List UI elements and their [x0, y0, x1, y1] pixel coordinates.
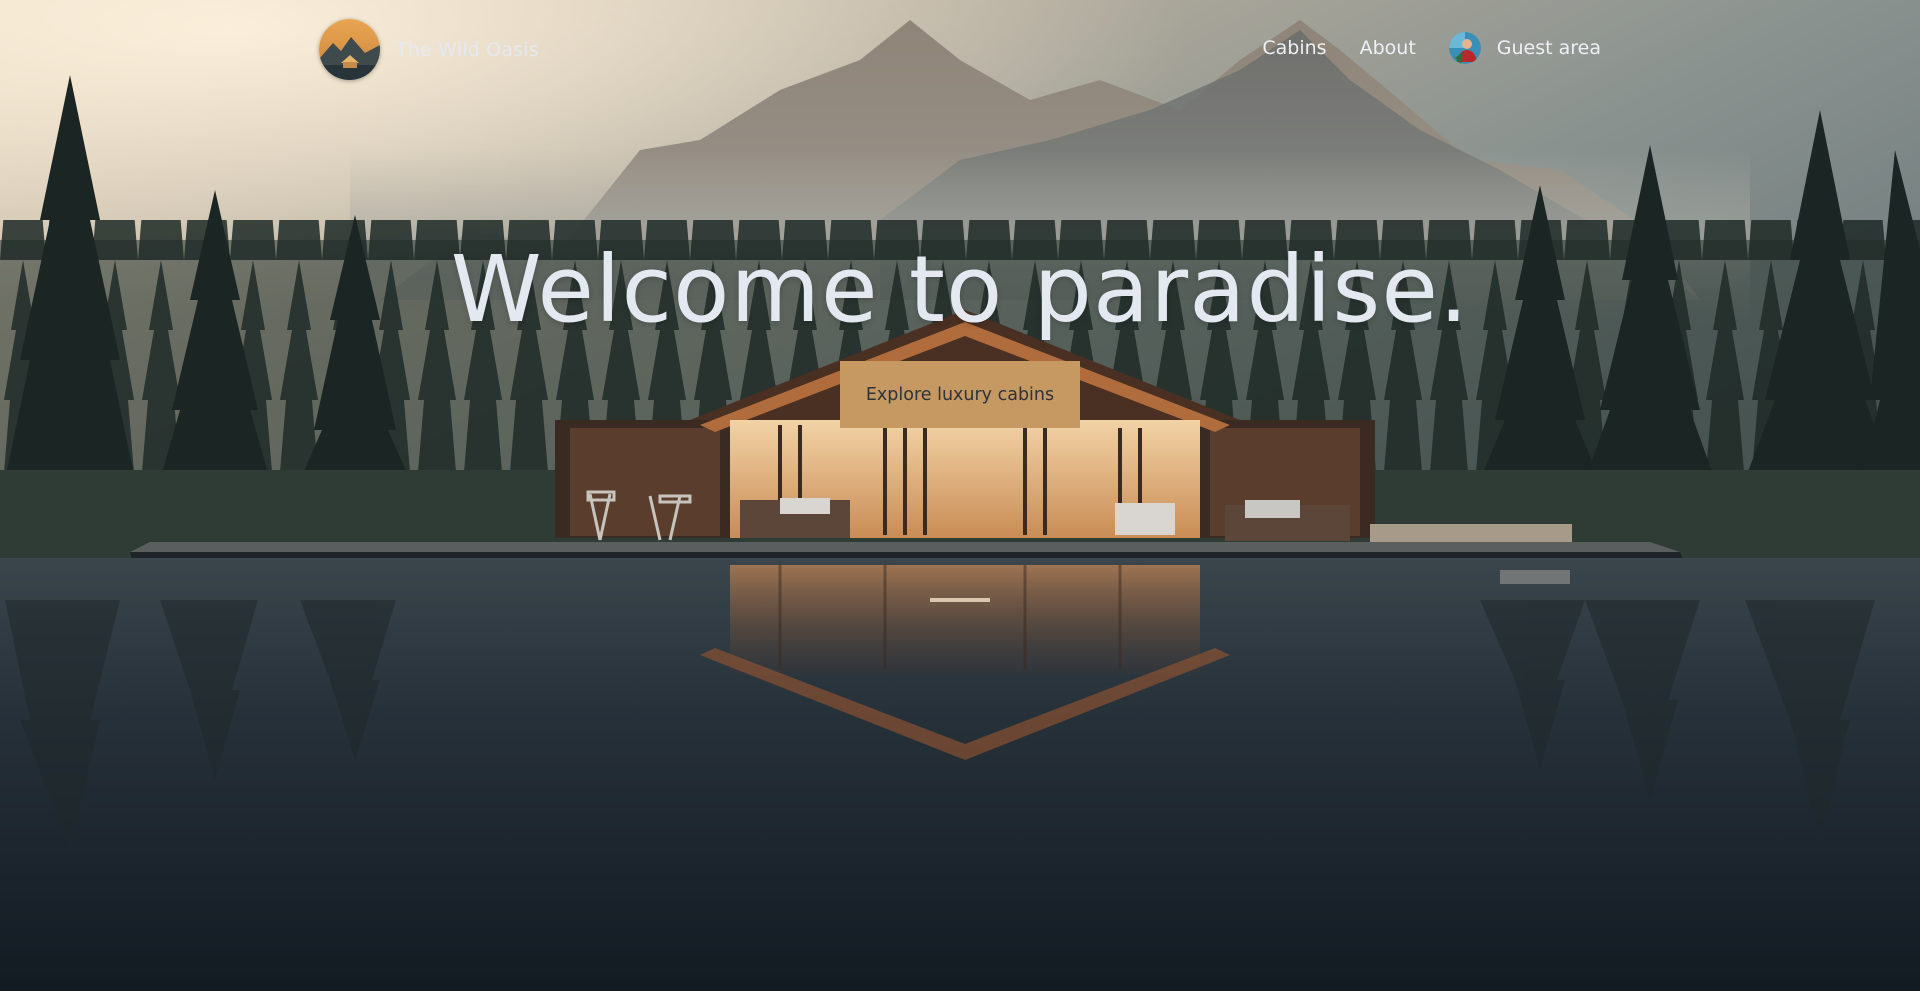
nav-link-guest-area[interactable]: Guest area: [1448, 30, 1601, 66]
hero-background-image: [0, 0, 1920, 991]
brand-name: The Wild Oasis: [396, 38, 539, 61]
main-nav: Cabins About Guest area: [1262, 30, 1601, 66]
brand-home-link[interactable]: The Wild Oasis: [319, 19, 539, 80]
guest-area-label: Guest area: [1496, 37, 1601, 59]
landing-page: The Wild Oasis Cabins About Guest area W…: [0, 0, 1920, 991]
hero-section: Welcome to paradise.: [0, 228, 1920, 352]
nav-link-cabins[interactable]: Cabins: [1262, 30, 1326, 66]
site-header: The Wild Oasis Cabins About Guest area: [0, 0, 1920, 98]
explore-cabins-button[interactable]: Explore luxury cabins: [840, 361, 1080, 428]
user-avatar-icon: [1448, 32, 1481, 64]
hero-title: Welcome to paradise.: [450, 236, 1470, 343]
cabin-mountain-logo-icon: [319, 19, 380, 80]
nav-link-about[interactable]: About: [1360, 30, 1416, 66]
